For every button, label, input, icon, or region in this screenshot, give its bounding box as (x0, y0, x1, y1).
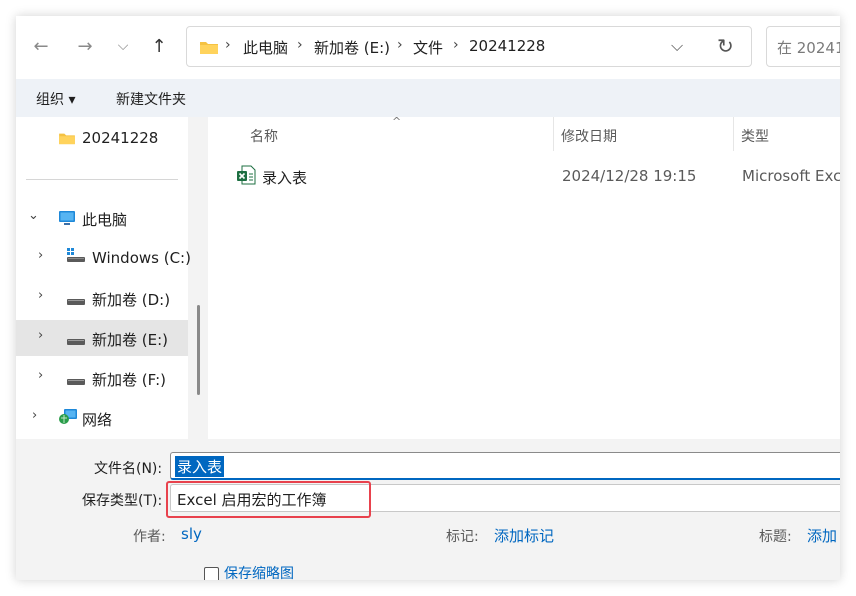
chevron-right-icon[interactable]: › (38, 288, 43, 303)
sidebar-item-label: 20241228 (82, 129, 159, 147)
network-icon (58, 408, 78, 430)
folder-icon (199, 39, 219, 59)
chevron-right-icon[interactable]: › (38, 368, 43, 383)
save-dialog: ← → ⌵ ↑ › 此电脑 › 新加卷 (E:) › 文件 › 20241228… (16, 16, 840, 580)
forward-button[interactable]: → (74, 34, 96, 58)
sidebar-item-label: 新加卷 (D:) (92, 291, 171, 309)
sidebar-item-drive-c[interactable]: › Windows (C:) (16, 240, 191, 276)
drive-icon (66, 294, 86, 310)
add-tags-link[interactable]: 添加标记 (494, 525, 554, 546)
save-thumbnail-checkbox[interactable] (204, 567, 219, 580)
author-label: 作者: (133, 529, 166, 545)
breadcrumb-separator-icon: › (397, 37, 403, 53)
drive-icon (66, 334, 86, 350)
address-bar[interactable]: › 此电脑 › 新加卷 (E:) › 文件 › 20241228 ⌵ ↻ (186, 26, 752, 67)
drive-icon (66, 374, 86, 390)
sidebar-divider (26, 179, 178, 180)
folder-icon (58, 131, 76, 149)
sidebar-scrollbar[interactable] (197, 305, 200, 395)
sidebar-item-label: 新加卷 (F:) (92, 371, 166, 389)
savetype-label: 保存类型(T): (82, 493, 163, 509)
file-type: Microsoft Exc (742, 167, 840, 185)
organize-button[interactable]: 组织 ▾ (36, 89, 75, 109)
column-header-type[interactable]: 类型 (741, 126, 769, 146)
sidebar-item-drive-e[interactable]: › 新加卷 (E:) (16, 320, 188, 356)
chevron-right-icon[interactable]: › (32, 408, 37, 423)
back-button[interactable]: ← (30, 34, 52, 58)
title-label: 标题: (759, 529, 792, 545)
column-header-modified[interactable]: 修改日期 (561, 126, 617, 146)
breadcrumb-drive-e[interactable]: 新加卷 (E:) (314, 37, 390, 58)
filename-value: 录入表 (175, 456, 225, 477)
toolbar: 组织 ▾ 新建文件夹 (16, 79, 840, 117)
breadcrumb-separator-icon: › (297, 37, 303, 53)
list-item[interactable]: 录入表 2024/12/28 19:15 Microsoft Exc (228, 159, 840, 191)
file-modified: 2024/12/28 19:15 (562, 167, 697, 185)
monitor-icon (58, 210, 76, 230)
address-dropdown-icon[interactable]: ⌵ (671, 36, 683, 56)
chevron-right-icon[interactable]: › (38, 328, 43, 343)
navigation-pane: 20241228 ⌄ 此电脑 › Windows (C:) › 新加卷 (D:)… (16, 117, 191, 439)
breadcrumb-folder-files[interactable]: 文件 (413, 37, 443, 58)
sidebar-item-20241228[interactable]: 20241228 (16, 120, 188, 156)
sidebar-item-label: 网络 (82, 411, 113, 429)
author-value[interactable]: sly (181, 525, 202, 543)
filename-label: 文件名(N): (94, 461, 163, 477)
column-header-name[interactable]: 名称 (250, 126, 278, 146)
annotation-highlight-box (166, 481, 371, 518)
sidebar-item-drive-f[interactable]: › 新加卷 (F:) (16, 360, 188, 396)
column-divider[interactable] (553, 117, 554, 151)
breadcrumb-separator-icon: › (453, 37, 459, 53)
chevron-right-icon[interactable]: › (38, 248, 43, 263)
search-input[interactable]: 在 20241 (766, 26, 840, 67)
breadcrumb-this-pc[interactable]: 此电脑 (243, 37, 288, 58)
content-area: 20241228 ⌄ 此电脑 › Windows (C:) › 新加卷 (D:)… (16, 115, 840, 439)
refresh-icon[interactable]: ↻ (717, 34, 734, 58)
sidebar-item-network[interactable]: › 网络 (16, 400, 188, 436)
sidebar-item-drive-d[interactable]: › 新加卷 (D:) (16, 280, 188, 316)
sort-ascending-icon: ^ (392, 115, 402, 128)
breadcrumb-separator-icon: › (225, 37, 231, 53)
tags-label: 标记: (446, 529, 479, 545)
chevron-down-icon[interactable]: ⌄ (28, 208, 39, 223)
navigation-bar: ← → ⌵ ↑ › 此电脑 › 新加卷 (E:) › 文件 › 20241228… (16, 16, 840, 78)
new-folder-button[interactable]: 新建文件夹 (116, 89, 186, 109)
add-title-link[interactable]: 添加 (807, 525, 837, 546)
sidebar-item-label: 此电脑 (82, 211, 128, 229)
sidebar-item-label: Windows (C:) (92, 249, 191, 267)
sidebar-item-label: 新加卷 (E:) (92, 331, 169, 349)
file-list: ^ 名称 修改日期 类型 录入表 2024/12/28 19:15 Micros… (208, 115, 840, 439)
sidebar-item-this-pc[interactable]: ⌄ 此电脑 (16, 200, 188, 236)
up-button[interactable]: ↑ (148, 34, 170, 58)
file-name: 录入表 (262, 169, 308, 187)
filename-input[interactable]: 录入表 (170, 452, 840, 480)
breadcrumb-folder-20241228[interactable]: 20241228 (469, 37, 545, 55)
excel-file-icon (236, 165, 256, 189)
recent-locations-button[interactable]: ⌵ (114, 34, 132, 58)
column-divider[interactable] (733, 117, 734, 151)
save-thumbnail-label[interactable]: 保存缩略图 (224, 563, 294, 580)
save-form: 文件名(N): 录入表 保存类型(T): Excel 启用宏的工作簿 作者: s… (16, 439, 840, 580)
windows-drive-icon (66, 248, 86, 268)
